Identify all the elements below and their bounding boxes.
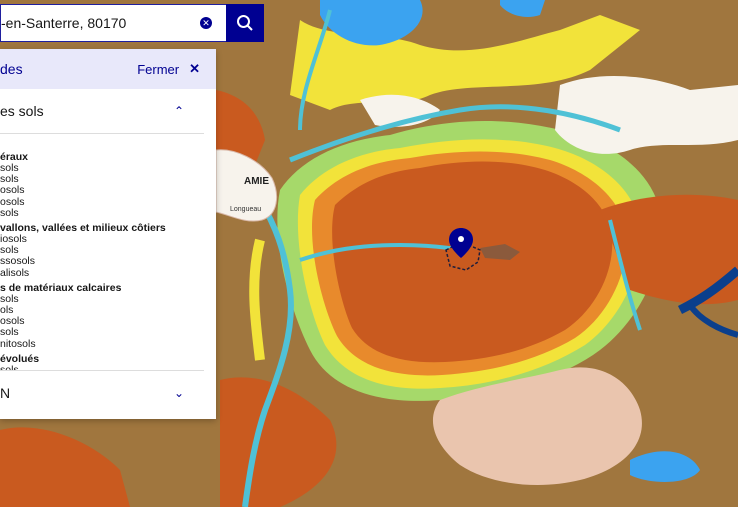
panel-title: des [0,61,23,77]
legend-item: osols [0,315,25,328]
search-icon [237,15,253,31]
legend-group-title: évolués [0,352,40,365]
section-soils-toggle[interactable]: es sols ⌃ [0,89,204,134]
section-collapsed-toggle[interactable]: N ⌄ [0,371,204,415]
legend-group-title: vallons, vallées et milieux côtiers [0,222,166,235]
close-panel-button[interactable]: Fermer ✕ [137,61,200,77]
search-field[interactable]: -en-Santerre, 80170 ✕ [0,4,226,42]
legend-panel: des Fermer ✕ es sols ⌃ éraux sols sols o… [0,49,216,419]
legend-group: s de matériaux calcaires sols ols osols … [0,281,204,350]
legend-group: évolués sols [0,352,204,370]
legend-list: éraux sols sols osols osols sols vallons… [0,134,204,371]
legend-item: iosols [0,233,27,246]
chevron-down-icon: ⌄ [173,386,184,400]
legend-group: éraux sols sols osols osols sols [0,152,204,219]
close-label: Fermer [137,61,180,77]
legend-item: sols [0,173,19,186]
legend-item: osols [0,184,25,197]
city-label: AMIE [244,176,269,187]
legend-item: alisols [0,266,30,279]
legend-item: ols [0,304,14,317]
legend-item: sols [0,206,19,219]
legend-item: nitosols [0,337,36,350]
legend-item: osols [0,195,25,208]
chevron-up-icon: ⌃ [173,104,184,118]
section-collapsed-label: N [0,385,11,401]
legend-group: vallons, vallées et milieux côtiers ioso… [0,223,204,279]
legend-item: ssosols [0,255,36,268]
legend-item: sols [0,292,19,305]
city-sublabel: Longueau [230,206,261,213]
section-soils-label: es sols [0,103,44,119]
legend-group-title: éraux [0,151,29,163]
legend-group-title: s de matériaux calcaires [0,281,122,294]
yellow-valley-west [249,238,265,361]
close-icon: ✕ [189,61,200,76]
search-input-value[interactable]: -en-Santerre, 80170 [1,15,200,31]
panel-header: des Fermer ✕ [0,49,216,89]
search-button[interactable] [226,4,264,42]
clear-search-icon[interactable]: ✕ [200,17,212,29]
legend-item: sols [0,326,19,339]
legend-item: sols [0,162,19,174]
